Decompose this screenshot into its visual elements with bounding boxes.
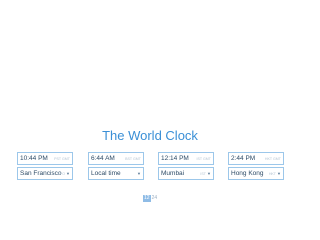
time-text-1: 10:44 PM xyxy=(20,155,48,162)
time-text-4: 2:44 PM xyxy=(231,155,256,162)
chevron-down-icon: ▼ xyxy=(207,171,211,176)
city-text-3: Mumbai xyxy=(161,170,185,177)
time-display-1: 10:44 PM PST GMT xyxy=(17,152,73,165)
city-abbr-4: HKT xyxy=(268,172,276,176)
clock-card-3: 12:14 PM IST GMT Mumbai IST ▼ xyxy=(158,152,214,180)
world-clock-page: The World Clock 10:44 PM PST GMT San Fra… xyxy=(0,0,300,218)
time-text-2: 6:44 AM xyxy=(91,155,115,162)
city-abbr-1: SFO xyxy=(57,172,65,176)
city-select-4[interactable]: Hong Kong HKT ▼ xyxy=(228,167,284,180)
clock-row: 10:44 PM PST GMT San Francisco SFO ▼ 6:4… xyxy=(17,152,285,182)
format-24-button[interactable]: 24 xyxy=(151,195,159,202)
chevron-down-icon: ▼ xyxy=(137,171,141,176)
zone-text-1: PST GMT xyxy=(54,157,70,161)
format-12-button[interactable]: 12 xyxy=(143,195,151,202)
city-select-2[interactable]: Local time ▼ xyxy=(88,167,144,180)
city-text-4: Hong Kong xyxy=(231,170,264,177)
city-abbr-3: IST xyxy=(200,172,206,176)
time-text-3: 12:14 PM xyxy=(161,155,189,162)
clock-card-4: 2:44 PM HKT GMT Hong Kong HKT ▼ xyxy=(228,152,284,180)
city-text-1: San Francisco xyxy=(20,170,62,177)
chevron-down-icon: ▼ xyxy=(66,171,70,176)
city-text-2: Local time xyxy=(91,170,121,177)
zone-text-3: IST GMT xyxy=(196,157,211,161)
chevron-down-icon: ▼ xyxy=(277,171,281,176)
time-display-4: 2:44 PM HKT GMT xyxy=(228,152,284,165)
clock-card-2: 6:44 AM BST GMT Local time ▼ xyxy=(88,152,144,180)
zone-text-2: BST GMT xyxy=(125,157,141,161)
hour-format-toggle[interactable]: 12 24 xyxy=(143,195,158,202)
page-title: The World Clock xyxy=(102,128,198,143)
zone-text-4: HKT GMT xyxy=(264,157,281,161)
city-select-3[interactable]: Mumbai IST ▼ xyxy=(158,167,214,180)
city-select-1[interactable]: San Francisco SFO ▼ xyxy=(17,167,73,180)
clock-card-1: 10:44 PM PST GMT San Francisco SFO ▼ xyxy=(17,152,73,180)
time-display-3: 12:14 PM IST GMT xyxy=(158,152,214,165)
time-display-2: 6:44 AM BST GMT xyxy=(88,152,144,165)
